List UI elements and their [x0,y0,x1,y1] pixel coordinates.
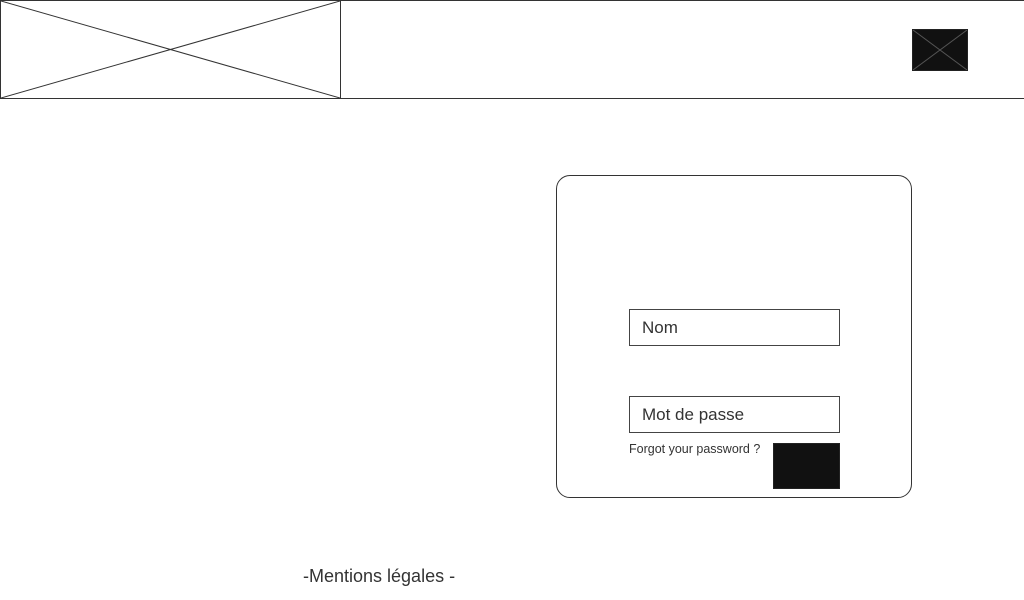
password-input[interactable] [629,396,840,433]
legal-notice-link[interactable]: -Mentions légales - [303,566,455,587]
logo-placeholder-cross [1,1,340,98]
logo-placeholder-icon [1,1,341,98]
name-input[interactable] [629,309,840,346]
page: Forgot your password ? -Mentions légales… [0,0,1024,600]
forgot-password-link[interactable]: Forgot your password ? [629,442,760,456]
header-bar [0,0,1024,99]
submit-button[interactable] [773,443,840,489]
image-placeholder-icon [913,30,967,70]
header-image-button[interactable] [912,29,968,71]
